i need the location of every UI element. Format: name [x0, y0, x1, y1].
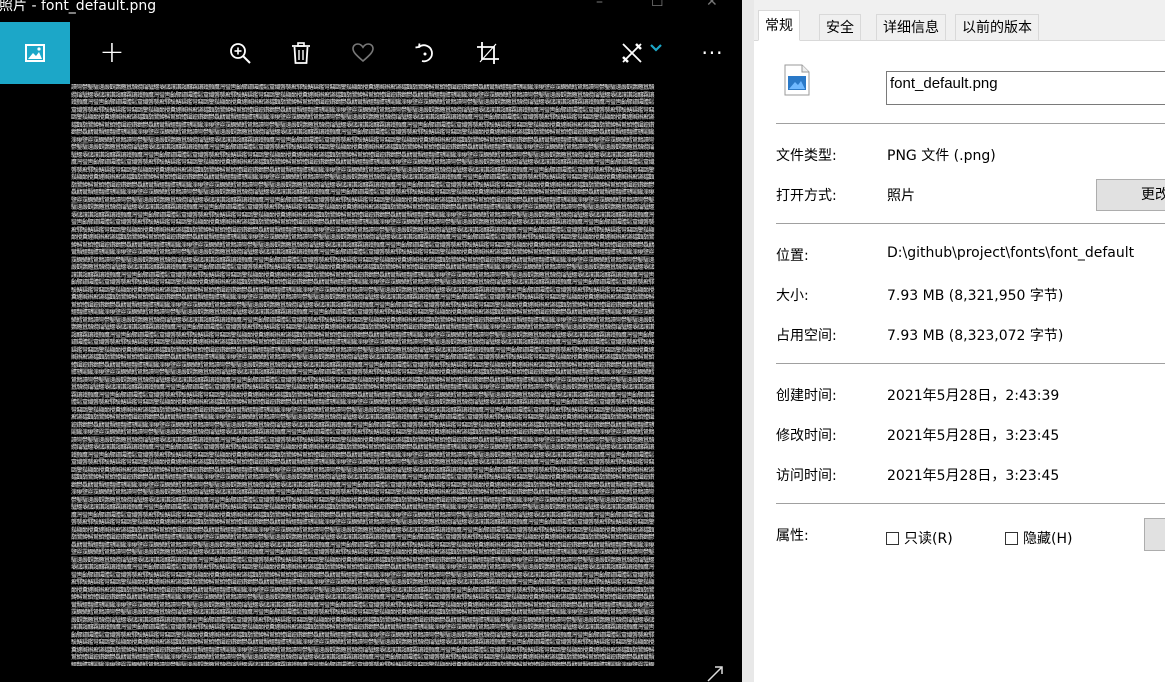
file-type-value: PNG 文件 (.png)	[887, 148, 996, 164]
properties-dialog: 常规 安全 详细信息 以前的版本 font_default.png 文件类型: …	[754, 0, 1165, 682]
readonly-label: 只读(R)	[904, 531, 953, 547]
modified-value: 2021年5月28日，3:23:45	[887, 428, 1060, 444]
opens-with-label: 打开方式:	[776, 188, 837, 204]
gallery-button[interactable]	[0, 22, 70, 84]
tab-bar: 常规 安全 详细信息 以前的版本	[754, 0, 1165, 41]
zoom-button[interactable]	[220, 22, 260, 84]
trash-icon	[292, 42, 310, 64]
separator	[776, 503, 1165, 504]
crop-icon	[477, 42, 499, 64]
edit-create-button[interactable]	[612, 22, 670, 84]
zoom-in-icon	[230, 43, 251, 64]
more-icon: ···	[701, 41, 724, 65]
hidden-label: 隐藏(H)	[1023, 531, 1073, 547]
file-name-field[interactable]: font_default.png	[886, 71, 1165, 105]
tab-general[interactable]: 常规	[758, 10, 800, 41]
change-button[interactable]: 更改	[1096, 179, 1165, 211]
accessed-value: 2021年5月28日，3:23:45	[887, 468, 1060, 484]
png-file-icon	[784, 64, 810, 96]
window-title: 照片 - font_default.png	[0, 0, 157, 14]
rotate-icon	[415, 43, 433, 63]
advanced-button[interactable]	[1144, 518, 1165, 551]
more-button[interactable]: ···	[690, 22, 735, 84]
accessed-label: 访问时间:	[776, 468, 837, 484]
file-type-label: 文件类型:	[776, 148, 837, 164]
plus-icon: +	[99, 35, 125, 70]
heart-icon	[352, 43, 374, 63]
size-value: 7.93 MB (8,321,950 字节)	[887, 288, 1064, 304]
tab-security[interactable]: 安全	[819, 14, 861, 40]
location-label: 位置:	[776, 248, 809, 264]
chevron-down-icon	[650, 44, 662, 52]
size-on-disk-value: 7.93 MB (8,323,072 字节)	[887, 328, 1064, 344]
location-value: D:\github\project\fonts\font_default	[887, 245, 1135, 261]
created-value: 2021年5月28日，2:43:39	[887, 388, 1060, 404]
crop-button[interactable]	[468, 22, 508, 84]
checkbox-box	[1005, 531, 1018, 545]
window-gap	[742, 0, 754, 682]
separator	[776, 123, 1165, 124]
photo-toolbar: + ···	[0, 22, 742, 84]
separator	[776, 223, 1165, 224]
image-canvas[interactable]: 讀彎鬱鑿驪邊嚴觀鸚籬蠶贛纜鑰驢鱷壩儲讓讚讒釀羈鑲鐵顫鷹灣蠻轡顱驟鏽鑼體鬆齏纖聾襲…	[71, 84, 656, 666]
edit-tools-icon	[622, 43, 642, 63]
delete-button[interactable]	[281, 22, 321, 84]
hidden-checkbox[interactable]: 隐藏(H)	[1005, 528, 1072, 548]
size-label: 大小:	[776, 288, 809, 304]
tab-details[interactable]: 详细信息	[876, 14, 946, 40]
readonly-checkbox[interactable]: 只读(R)	[886, 528, 953, 548]
separator	[776, 363, 1165, 364]
rotate-button[interactable]	[405, 22, 445, 84]
title-bar: 照片 - font_default.png – ☐ ✕	[0, 0, 742, 22]
close-icon[interactable]: ✕	[706, 0, 718, 10]
opens-with-value: 照片	[887, 188, 915, 204]
modified-label: 修改时间:	[776, 428, 837, 444]
minimize-icon[interactable]: –	[596, 0, 603, 10]
add-button[interactable]: +	[92, 22, 132, 84]
image-icon	[25, 44, 45, 62]
favorite-button[interactable]	[343, 22, 383, 84]
tab-previous-versions[interactable]: 以前的版本	[955, 14, 1039, 40]
font-atlas-image: 讀彎鬱鑿驪邊嚴觀鸚籬蠶贛纜鑰驢鱷壩儲讓讚讒釀羈鑲鐵顫鷹灣蠻轡顱驟鏽鑼體鬆齏纖聾襲…	[71, 84, 655, 666]
checkbox-box	[886, 531, 899, 545]
attributes-label: 属性:	[776, 528, 809, 544]
size-on-disk-label: 占用空间:	[776, 328, 837, 344]
created-label: 创建时间:	[776, 388, 837, 404]
expand-icon[interactable]	[706, 665, 724, 682]
maximize-icon[interactable]: ☐	[651, 0, 664, 10]
photos-window: 照片 - font_default.png – ☐ ✕ + ··· 讀彎鬱鑿驪邊…	[0, 0, 742, 682]
